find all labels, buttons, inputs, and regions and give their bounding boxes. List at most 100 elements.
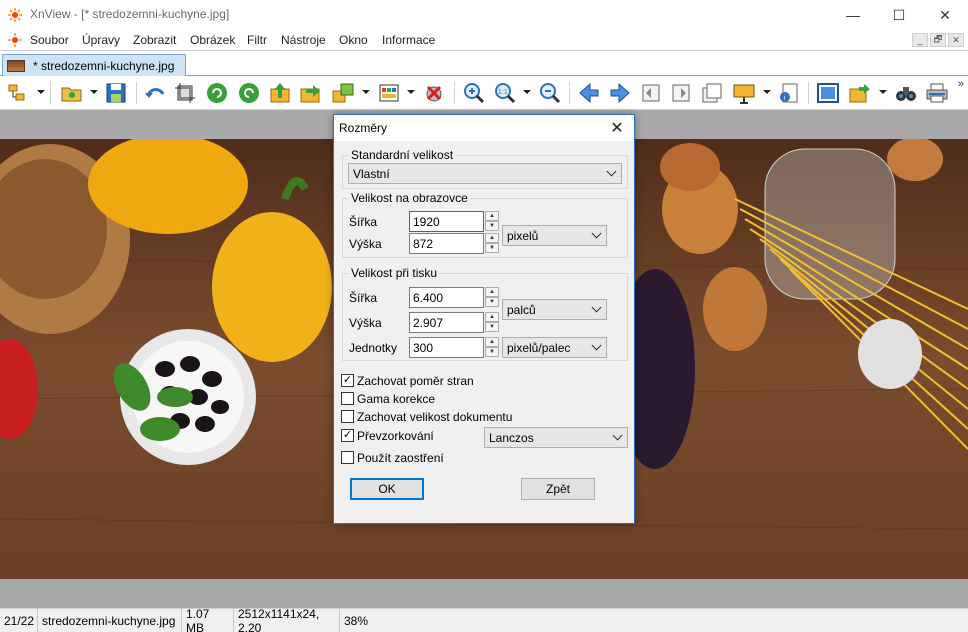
print-unit-value: palců [507, 302, 536, 317]
tab-strip: * stredozemni-kuchyne.jpg [0, 50, 968, 77]
rotate-left-icon[interactable] [205, 81, 229, 105]
print-height-label: Výška [349, 316, 382, 330]
zoom-out-icon[interactable] [538, 81, 562, 105]
mdi-close-button[interactable]: ✕ [948, 33, 964, 47]
resolution-unit-value: pixelů/palec [507, 340, 571, 355]
sharpen-label: Použít zaostření [357, 451, 444, 465]
menu-informace[interactable]: Informace [382, 33, 435, 47]
units-input[interactable]: 300 [409, 337, 484, 358]
gamma-checkbox[interactable] [341, 392, 354, 405]
toolbar: 1:1 i » [0, 76, 968, 110]
screen-width-spinner[interactable]: ▲ ▼ [485, 211, 499, 232]
zoom-fit-icon[interactable]: 1:1 [493, 81, 517, 105]
screen-unit-value: pixelů [507, 228, 539, 243]
close-button[interactable]: ✕ [922, 0, 968, 30]
menu-upravy[interactable]: Úpravy [82, 33, 120, 47]
chevron-down-icon [591, 302, 602, 313]
print-width-label: Šířka [349, 291, 378, 305]
print-height-input[interactable]: 2.907 [409, 312, 484, 333]
status-dimensions: 2512x1141x24, 2.20 [234, 607, 340, 632]
chevron-down-icon [591, 228, 602, 239]
move-next-icon[interactable] [298, 81, 322, 105]
dialog-close-icon[interactable]: ✕ [606, 117, 628, 139]
next-page-icon[interactable] [669, 81, 693, 105]
print-height-spinner[interactable]: ▲ ▼ [485, 312, 499, 333]
menu-nastroje[interactable]: Nástroje [281, 33, 326, 47]
undo-icon[interactable] [143, 81, 167, 105]
dialog-title-bar: Rozměry ✕ [334, 115, 634, 141]
red-eye-icon[interactable] [422, 81, 446, 105]
keep-ratio-label: Zachovat poměr stran [357, 374, 474, 388]
units-label: Jednotky [349, 341, 398, 355]
next-icon[interactable] [608, 81, 632, 105]
chevron-down-icon[interactable] [37, 90, 45, 94]
menu-zobrazit[interactable]: Zobrazit [133, 33, 176, 47]
keep-doc-size-checkbox[interactable] [341, 410, 354, 423]
print-unit-select[interactable]: palců [502, 299, 607, 320]
chevron-down-icon[interactable] [407, 90, 415, 94]
screen-height-spinner[interactable]: ▲ ▼ [485, 233, 499, 254]
slideshow-icon[interactable] [732, 81, 756, 105]
units-spinner[interactable]: ▲ ▼ [485, 337, 499, 358]
screen-unit-select[interactable]: pixelů [502, 225, 607, 246]
status-filesize: 1.07 MB [182, 607, 234, 632]
open-icon[interactable] [60, 81, 84, 105]
chevron-down-icon[interactable] [879, 90, 887, 94]
zoom-in-icon[interactable] [462, 81, 486, 105]
sharpen-checkbox[interactable] [341, 451, 354, 464]
toolbar-separator [808, 82, 809, 104]
svg-text:1:1: 1:1 [498, 89, 508, 96]
mdi-restore-button[interactable]: 🗗 [930, 33, 946, 47]
chevron-down-icon [612, 430, 623, 441]
fullscreen-icon[interactable] [816, 81, 840, 105]
chevron-down-icon [591, 340, 602, 351]
move-up-icon[interactable] [268, 81, 292, 105]
first-page-icon[interactable] [639, 81, 663, 105]
chevron-down-icon[interactable] [763, 90, 771, 94]
document-logo-icon[interactable] [8, 33, 22, 47]
crop-icon[interactable] [173, 81, 197, 105]
menu-obrazek[interactable]: Obrázek [190, 33, 235, 47]
resample-checkbox[interactable]: ✓ [341, 429, 354, 442]
standard-size-value: Vlastní [353, 166, 390, 181]
screen-height-input[interactable]: 872 [409, 233, 484, 254]
info-icon[interactable]: i [777, 81, 801, 105]
minimize-button[interactable]: — [830, 0, 876, 30]
resample-method-select[interactable]: Lanczos [484, 427, 628, 448]
tab-stredozemni-kuchyne[interactable]: * stredozemni-kuchyne.jpg [2, 54, 186, 77]
chevron-down-icon[interactable] [90, 90, 98, 94]
convert-icon[interactable] [331, 81, 355, 105]
page-icon[interactable] [700, 81, 724, 105]
resolution-unit-select[interactable]: pixelů/palec [502, 337, 607, 358]
print-width-spinner[interactable]: ▲ ▼ [485, 287, 499, 308]
status-filename: stredozemni-kuchyne.jpg [38, 608, 182, 632]
back-button[interactable]: Zpět [521, 478, 595, 500]
toolbar-overflow-icon[interactable]: » [958, 78, 964, 90]
print-width-input[interactable]: 6.400 [409, 287, 484, 308]
image-thumbnail-icon [7, 60, 25, 72]
save-icon[interactable] [104, 81, 128, 105]
maximize-button[interactable]: ☐ [876, 0, 922, 30]
mdi-minimize-button[interactable]: _ [912, 33, 928, 47]
ok-button[interactable]: OK [350, 478, 424, 500]
rotate-right-icon[interactable] [237, 81, 261, 105]
menu-filtr[interactable]: Filtr [247, 33, 267, 47]
standard-size-select[interactable]: Vlastní [348, 163, 622, 184]
chevron-down-icon[interactable] [523, 90, 531, 94]
status-index: 21/22 [0, 608, 38, 632]
menu-okno[interactable]: Okno [339, 33, 368, 47]
screen-width-input[interactable]: 1920 [409, 211, 484, 232]
screen-height-label: Výška [349, 237, 382, 251]
keep-ratio-checkbox[interactable]: ✓ [341, 374, 354, 387]
browser-icon[interactable] [6, 81, 30, 105]
menu-soubor[interactable]: Soubor [30, 33, 69, 47]
status-zoom: 38% [344, 613, 369, 628]
previous-icon[interactable] [577, 81, 601, 105]
chevron-down-icon[interactable] [362, 90, 370, 94]
binoculars-icon[interactable] [894, 81, 918, 105]
export-icon[interactable] [848, 81, 872, 105]
print-icon[interactable] [925, 81, 949, 105]
palette-icon[interactable] [377, 81, 401, 105]
tab-label: * stredozemni-kuchyne.jpg [33, 59, 175, 73]
toolbar-separator [50, 82, 51, 104]
